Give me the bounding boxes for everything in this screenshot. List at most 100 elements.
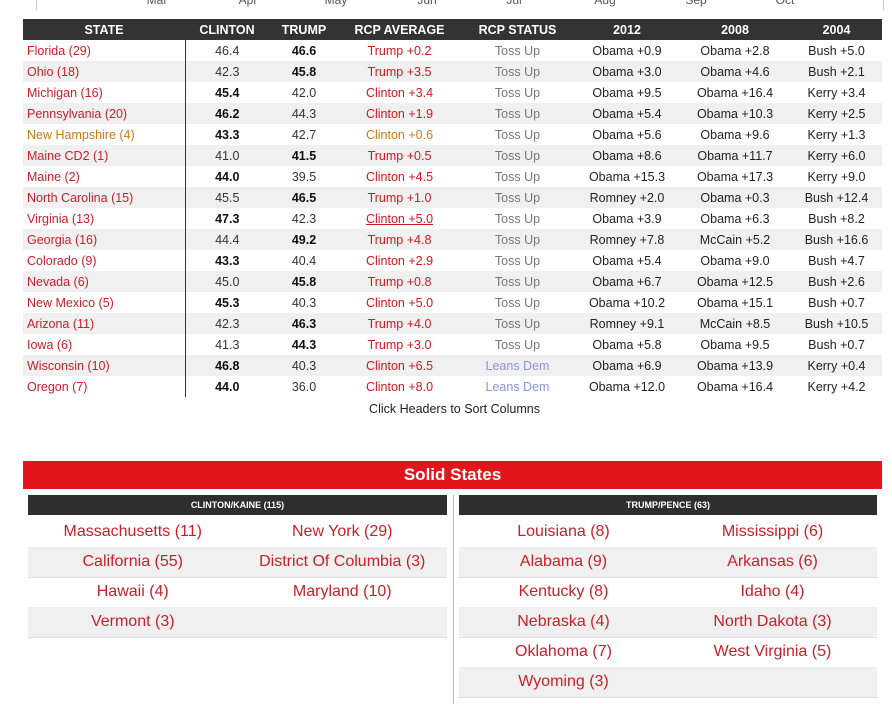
solid-state-link[interactable]: District Of Columbia (3) [238,553,448,571]
solid-state-link[interactable]: Idaho (4) [668,583,877,601]
result-2012: Obama +0.9 [592,43,662,58]
result-2012: Obama +15.3 [588,169,666,184]
state-link[interactable]: Nevada (6) [23,271,186,292]
state-link[interactable]: Florida (29) [23,40,186,61]
rcp-average: Clinton +3.4 [365,85,434,100]
table-row: Maine CD2 (1) 41.0 41.5 Trump +0.5 Toss Up Ob… [23,145,882,166]
rcp-status: Toss Up [494,253,541,268]
result-2004: Kerry +3.4 [807,85,866,100]
rcp-average[interactable]: Clinton +5.0 [339,208,460,229]
trump-value: 46.6 [291,43,317,58]
rcp-status: Toss Up [460,103,575,124]
rcp-status: Toss Up [494,169,541,184]
result-2008: Obama +9.5 [700,337,770,352]
clinton-value: 41.0 [185,145,269,166]
state-link[interactable]: Wisconsin (10) [23,355,186,376]
state-link[interactable]: Maine CD2 (1) [23,145,186,166]
solid-state-link[interactable]: California (55) [28,553,238,571]
state-link[interactable]: North Carolina (15) [23,187,186,208]
timeline-month: Jun [417,0,437,7]
rcp-status: Toss Up [460,313,575,334]
solid-state-link[interactable]: Louisiana (8) [459,523,668,541]
state-link[interactable]: Georgia (16) [23,229,186,250]
result-2004: Kerry +9.0 [807,169,866,184]
solid-state-link[interactable]: Massachusetts (11) [28,523,238,541]
header-2008[interactable]: 2008 [679,19,791,40]
state-link[interactable]: New Mexico (5) [23,292,186,313]
result-2012: Obama +6.9 [575,355,679,376]
header-rcp-status[interactable]: RCP STATUS [460,19,575,40]
rcp-status: Leans Dem [485,379,550,394]
solid-state-link[interactable]: North Dakota (3) [668,613,877,631]
table-row: North Carolina (15) 45.5 46.5 Trump +1.0 Tos… [23,187,882,208]
table-row: Pennsylvania (20) 46.2 44.3 Clinton +1.9 Tos… [23,103,882,124]
header-state[interactable]: STATE [23,19,185,40]
solid-state-link[interactable]: Alabama (9) [459,553,668,571]
result-2012: Romney +9.1 [575,313,679,334]
result-2004: Bush +5.0 [808,43,865,58]
state-link[interactable]: Colorado (9) [23,250,186,271]
clinton-value: 42.3 [185,61,269,82]
timeline-month: Jul [506,0,522,7]
solid-state-link[interactable]: Nebraska (4) [459,613,668,631]
rcp-average-link[interactable]: Clinton +5.0 [366,212,433,226]
clinton-value: 46.4 [215,43,240,58]
result-2004: Bush +10.5 [791,313,882,334]
result-2008: Obama +13.9 [679,355,791,376]
solid-state-link[interactable]: New York (29) [238,523,448,541]
table-row: Arizona (11) 42.3 46.3 Trump +4.0 Toss Up Rom… [23,313,882,334]
solid-state-link[interactable]: Maryland (10) [238,583,448,601]
header-2012[interactable]: 2012 [575,19,679,40]
result-2012: Obama +8.6 [575,145,679,166]
trump-value: 45.8 [269,271,339,292]
solid-state-link[interactable]: Arkansas (6) [668,553,877,571]
clinton-value: 46.2 [185,103,269,124]
solid-state-link[interactable]: Mississippi (6) [668,523,877,541]
solid-state-link[interactable]: Oklahoma (7) [459,643,668,661]
solid-state-link[interactable]: Vermont (3) [28,613,238,631]
trump-pence-header: TRUMP/PENCE (63) [459,495,877,515]
solid-state-link[interactable]: Kentucky (8) [459,583,668,601]
solid-state-link[interactable]: West Virginia (5) [668,643,877,661]
rcp-status: Toss Up [494,85,541,100]
trump-value: 40.3 [291,295,317,310]
solid-state-link[interactable]: Hawaii (4) [28,583,238,601]
solid-state-link[interactable]: Wyoming (3) [459,673,668,691]
state-link[interactable]: Pennsylvania (20) [23,103,186,124]
header-clinton[interactable]: CLINTON [185,19,269,40]
trump-value: 44.3 [269,103,339,124]
rcp-status: Toss Up [494,295,541,310]
header-rcp-average[interactable]: RCP AVERAGE [339,19,460,40]
state-link[interactable]: New Hampshire (4) [23,124,186,145]
state-link[interactable]: Maine (2) [23,166,186,187]
state-link[interactable]: Oregon (7) [23,376,186,397]
result-2008: Obama +15.1 [696,295,774,310]
result-2008: Obama +10.3 [679,103,791,124]
table-row: Nevada (6) 45.0 45.8 Trump +0.8 Toss Up Obama… [23,271,882,292]
battleground-table: STATE CLINTON TRUMP RCP AVERAGE RCP STAT… [23,19,882,397]
result-2004: Kerry +6.0 [791,145,882,166]
rcp-average: Clinton +5.0 [365,295,434,310]
trump-value: 40.4 [291,253,317,268]
solid-state-row: California (55) District Of Columbia (3) [28,547,447,578]
header-trump[interactable]: TRUMP [269,19,339,40]
table-row: New Hampshire (4) 43.3 42.7 Clinton +0.6 Tos… [23,124,882,145]
state-link[interactable]: Virginia (13) [23,208,186,229]
rcp-average: Trump +0.8 [339,271,460,292]
result-2004: Bush +8.2 [808,211,865,226]
trump-value: 45.8 [269,61,339,82]
rcp-average: Trump +1.0 [339,187,460,208]
clinton-value: 46.8 [185,355,269,376]
state-link[interactable]: Iowa (6) [23,334,186,355]
state-link[interactable]: Michigan (16) [23,82,186,103]
result-2012: Obama +3.0 [575,61,679,82]
solid-state-row: Hawaii (4) Maryland (10) [28,577,447,608]
trump-value: 46.5 [269,187,339,208]
state-link[interactable]: Arizona (11) [23,313,186,334]
clinton-value: 45.0 [185,271,269,292]
result-2004: Bush +2.1 [791,61,882,82]
state-link[interactable]: Ohio (18) [23,61,186,82]
table-row: Virginia (13) 47.3 42.3 Clinton +5.0 Toss Up… [23,208,882,229]
result-2012: Obama +12.0 [588,379,666,394]
header-2004[interactable]: 2004 [791,19,882,40]
